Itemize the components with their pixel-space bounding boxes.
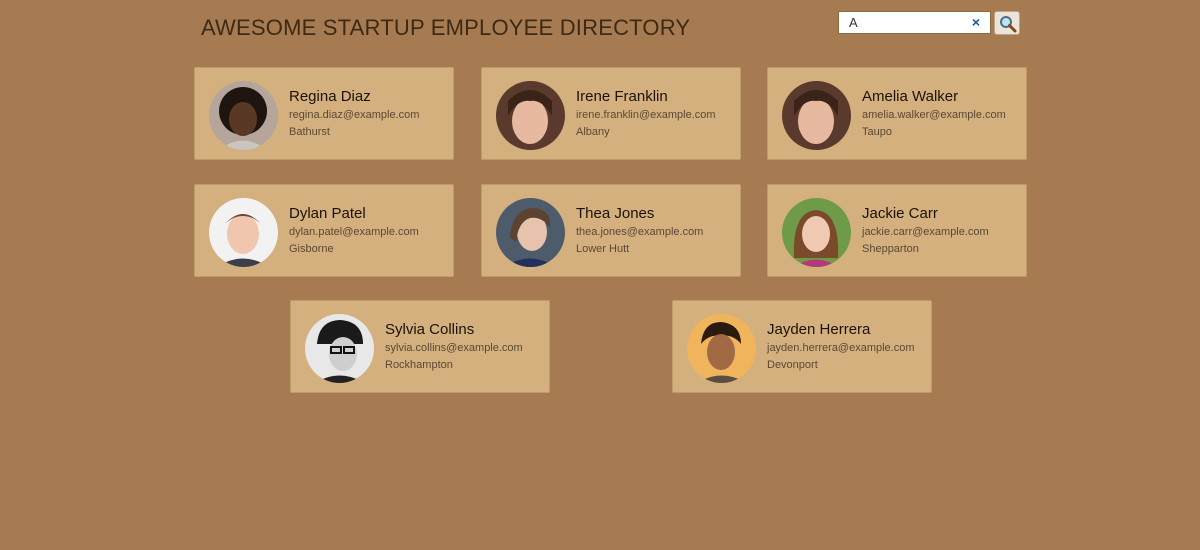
- employee-card[interactable]: Irene Franklin irene.franklin@example.co…: [481, 67, 741, 160]
- employee-city: Devonport: [767, 359, 818, 371]
- employee-email: jackie.carr@example.com: [862, 226, 989, 238]
- employee-email: irene.franklin@example.com: [576, 109, 716, 121]
- employee-email: jayden.herrera@example.com: [767, 342, 915, 354]
- avatar: [782, 198, 851, 267]
- avatar: [496, 198, 565, 267]
- close-icon[interactable]: ×: [972, 14, 980, 31]
- employee-city: Taupo: [862, 126, 892, 138]
- employee-card[interactable]: Jayden Herrera jayden.herrera@example.co…: [672, 300, 932, 393]
- employee-email: thea.jones@example.com: [576, 226, 704, 238]
- employee-city: Bathurst: [289, 126, 330, 138]
- avatar: [687, 314, 756, 383]
- employee-name: Sylvia Collins: [385, 321, 475, 338]
- employee-email: amelia.walker@example.com: [862, 109, 1006, 121]
- employee-name: Amelia Walker: [862, 88, 959, 105]
- employee-city: Shepparton: [862, 243, 919, 255]
- employee-card[interactable]: Dylan Patel dylan.patel@example.com Gisb…: [194, 184, 454, 277]
- search-box: ×: [838, 11, 991, 34]
- avatar: [209, 81, 278, 150]
- avatar: [209, 198, 278, 267]
- employee-card[interactable]: Regina Diaz regina.diaz@example.com Bath…: [194, 67, 454, 160]
- employee-name: Regina Diaz: [289, 88, 371, 105]
- employee-city: Lower Hutt: [576, 243, 630, 255]
- avatar: [496, 81, 565, 150]
- employee-name: Thea Jones: [576, 205, 655, 222]
- employee-card[interactable]: Amelia Walker amelia.walker@example.com …: [767, 67, 1027, 160]
- search-input[interactable]: [839, 12, 969, 33]
- avatar: [782, 81, 851, 150]
- employee-email: dylan.patel@example.com: [289, 226, 419, 238]
- employee-city: Albany: [576, 126, 610, 138]
- employee-card[interactable]: Thea Jones thea.jones@example.com Lower …: [481, 184, 741, 277]
- employee-card[interactable]: Sylvia Collins sylvia.collins@example.co…: [290, 300, 550, 393]
- employee-email: sylvia.collins@example.com: [385, 342, 523, 354]
- employee-card[interactable]: Jackie Carr jackie.carr@example.com Shep…: [767, 184, 1027, 277]
- employee-name: Jackie Carr: [862, 205, 938, 222]
- employee-city: Gisborne: [289, 243, 334, 255]
- search-button[interactable]: [994, 11, 1020, 35]
- employee-name: Jayden Herrera: [767, 321, 871, 338]
- employee-city: Rockhampton: [385, 359, 453, 371]
- page-title: AWESOME STARTUP EMPLOYEE DIRECTORY: [201, 15, 691, 40]
- magnifier-icon: [1000, 16, 1017, 33]
- employee-name: Irene Franklin: [576, 88, 668, 105]
- employee-name: Dylan Patel: [289, 205, 366, 222]
- avatar: [305, 314, 374, 383]
- employee-email: regina.diaz@example.com: [289, 109, 420, 121]
